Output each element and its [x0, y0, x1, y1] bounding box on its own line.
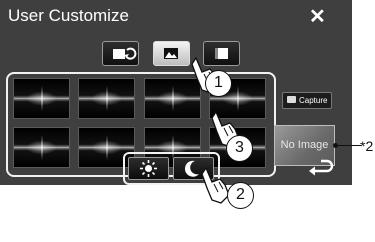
tab-picture[interactable]	[153, 41, 190, 66]
back-button[interactable]	[307, 158, 337, 183]
footnote-marker: *2	[360, 138, 374, 154]
picture-icon	[164, 48, 178, 59]
callout-3: 3	[226, 135, 253, 162]
day-button[interactable]	[128, 157, 169, 180]
user-customize-screen: User Customize ✕ Capture No Image	[0, 0, 352, 185]
capture-label: Capture	[299, 96, 328, 105]
callout-1: 1	[205, 70, 232, 97]
leader-line	[335, 145, 361, 146]
capture-button[interactable]: Capture	[282, 92, 332, 109]
screen-cycle-icon	[113, 47, 137, 60]
wallpaper-thumb[interactable]	[78, 78, 135, 119]
wallpaper-thumb[interactable]	[13, 78, 70, 119]
callout-2: 2	[227, 182, 254, 209]
wallpaper-thumb[interactable]	[13, 127, 70, 168]
camera-icon	[287, 96, 296, 104]
close-button[interactable]: ✕	[309, 4, 326, 29]
sun-icon	[140, 160, 157, 177]
tab-screen-cycle[interactable]	[102, 41, 139, 66]
screen-title: User Customize	[8, 6, 129, 25]
return-arrow-icon	[309, 159, 334, 176]
